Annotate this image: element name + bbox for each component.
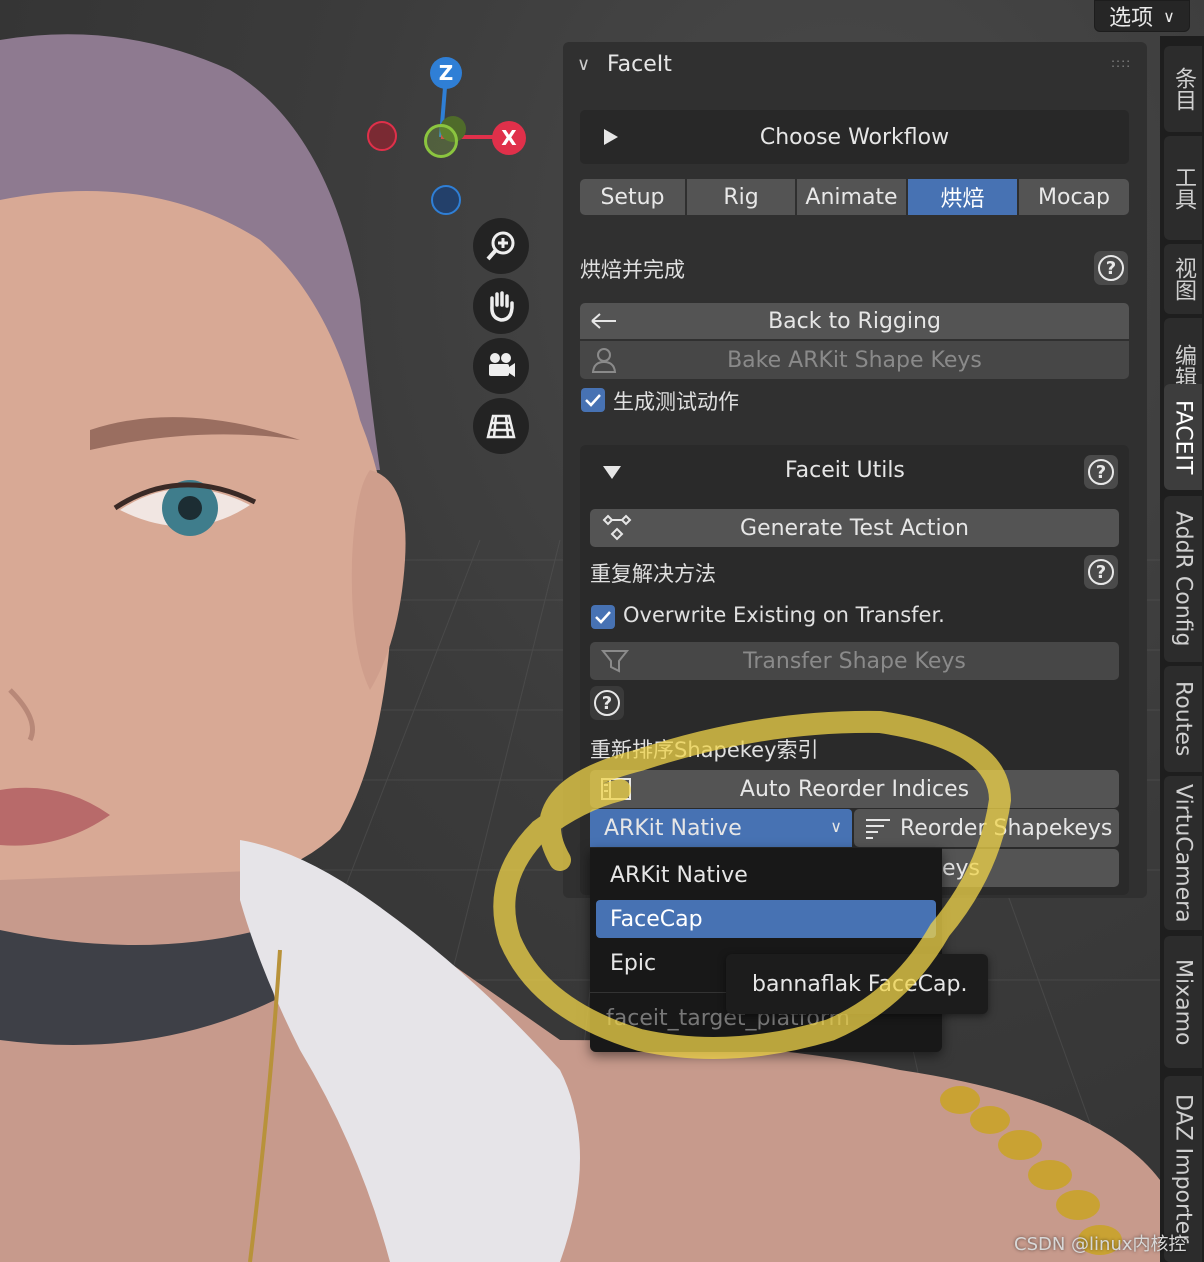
tab-rig[interactable]: Rig [687,179,797,215]
faceit-utils-title: Faceit Utils [785,458,905,483]
tab-virtucamera[interactable]: VirtuCamera [1164,776,1202,930]
drag-handle-icon[interactable]: :::: [1111,56,1131,70]
panel-title: FaceIt [607,52,672,77]
chevron-down-icon: ∨ [1163,6,1175,26]
grid-icon [486,414,516,439]
tab-item[interactable]: 条目 [1164,46,1202,132]
user-icon [591,348,617,373]
options-label: 选项 [1109,6,1154,31]
tab-addr-config[interactable]: AddR Config [1164,496,1202,662]
panel-header[interactable]: ∨ FaceIt :::: [563,42,1147,90]
ortho-toggle-button[interactable] [473,398,529,454]
sidebar-tabbar: 条目 工具 视图 编辑 FACEIT AddR Config Routes Vi… [1160,36,1204,1262]
reorder-section-label: 重新排序Shapekey索引 [590,738,819,762]
resolve-method-label: 重复解决方法 [590,562,716,586]
target-platform-dropdown[interactable]: ARKit Native ∨ [590,809,852,847]
platform-dropdown-menu: ARKit Native FaceCap Epic faceit_target_… [590,848,942,1052]
zoom-icon [486,231,515,261]
chevron-down-icon: ∨ [830,817,842,836]
sort-lines-icon [866,819,890,839]
workflow-tabs: Setup Rig Animate 烘焙 Mocap [580,179,1129,215]
back-to-rigging-button[interactable]: Back to Rigging [580,303,1129,339]
choose-workflow-label: Choose Workflow [759,124,950,150]
hidden-button-label: eys [942,855,981,881]
chevron-down-icon: ∨ [577,54,591,75]
keyframe-icon [602,514,632,541]
overwrite-checkbox[interactable] [591,605,615,629]
play-triangle-icon [604,129,618,145]
zoom-button[interactable] [473,218,529,274]
tab-mixamo[interactable]: Mixamo [1164,936,1202,1068]
help-button[interactable]: ? [1084,555,1118,589]
help-icon: ? [594,690,620,716]
camera-icon [489,353,515,377]
menu-item-arkit-native[interactable]: ARKit Native [596,856,936,894]
tab-mocap[interactable]: Mocap [1019,179,1129,215]
bake-section-label: 烘焙并完成 [580,258,685,282]
help-button[interactable]: ? [590,686,624,720]
axis-x-ball[interactable]: X [492,121,526,155]
transfer-shape-keys-label: Transfer Shape Keys [743,648,966,674]
tab-bake[interactable]: 烘焙 [908,179,1019,215]
checkmark-icon [585,394,601,407]
help-icon: ? [1098,255,1124,281]
axis-z-label: Z [438,61,454,85]
options-dropdown[interactable]: 选项 ∨ [1094,0,1190,32]
help-icon: ? [1088,559,1114,585]
watermark-text: CSDN @linux内核控 [1014,1234,1187,1255]
axis-z-ball[interactable]: Z [430,57,462,89]
help-button[interactable]: ? [1084,455,1118,489]
tooltip: bannaflak FaceCap. [726,954,988,1014]
auto-reorder-label: Auto Reorder Indices [739,776,970,802]
tab-routes[interactable]: Routes [1164,666,1202,772]
faceit-panel: ∨ FaceIt :::: Choose Workflow Setup Rig … [563,42,1147,898]
tab-view[interactable]: 视图 [1164,244,1202,314]
generate-test-checkbox[interactable] [581,388,605,412]
generate-test-action-label: Generate Test Action [740,515,969,541]
reorder-shapekeys-button[interactable]: Reorder Shapekeys [854,809,1119,847]
axis-y-ball[interactable]: Y [424,124,458,158]
pan-button[interactable] [473,278,529,334]
generate-test-label: 生成测试动作 [613,390,739,414]
axis-x-label: X [501,126,517,150]
camera-view-button[interactable] [473,338,529,394]
generate-test-action-button[interactable]: Generate Test Action [590,509,1119,547]
overwrite-label: Overwrite Existing on Transfer. [623,603,945,627]
choose-workflow-button[interactable]: Choose Workflow [580,110,1129,164]
bake-arkit-label: Bake ARKit Shape Keys [727,347,982,373]
list-icon [601,778,631,800]
help-icon: ? [1088,459,1114,485]
reorder-shapekeys-label: Reorder Shapekeys [900,815,1113,841]
tab-faceit[interactable]: FACEIT [1164,384,1202,490]
platform-dropdown-value: ARKit Native [604,815,742,841]
tab-animate[interactable]: Animate [797,179,908,215]
auto-reorder-button[interactable]: Auto Reorder Indices [590,770,1119,808]
arrow-left-icon [591,313,616,329]
checkmark-icon [595,611,611,624]
menu-item-facecap[interactable]: FaceCap [596,900,936,938]
transfer-shape-keys-button[interactable]: Transfer Shape Keys [590,642,1119,680]
hand-pan-icon [490,291,514,322]
back-to-rigging-label: Back to Rigging [768,308,941,334]
tab-setup[interactable]: Setup [580,179,687,215]
triangle-down-icon[interactable] [603,466,621,480]
tab-tool[interactable]: 工具 [1164,136,1202,240]
help-button[interactable]: ? [1094,251,1128,285]
transfer-icon [600,650,630,673]
bake-arkit-button[interactable]: Bake ARKit Shape Keys [580,341,1129,379]
